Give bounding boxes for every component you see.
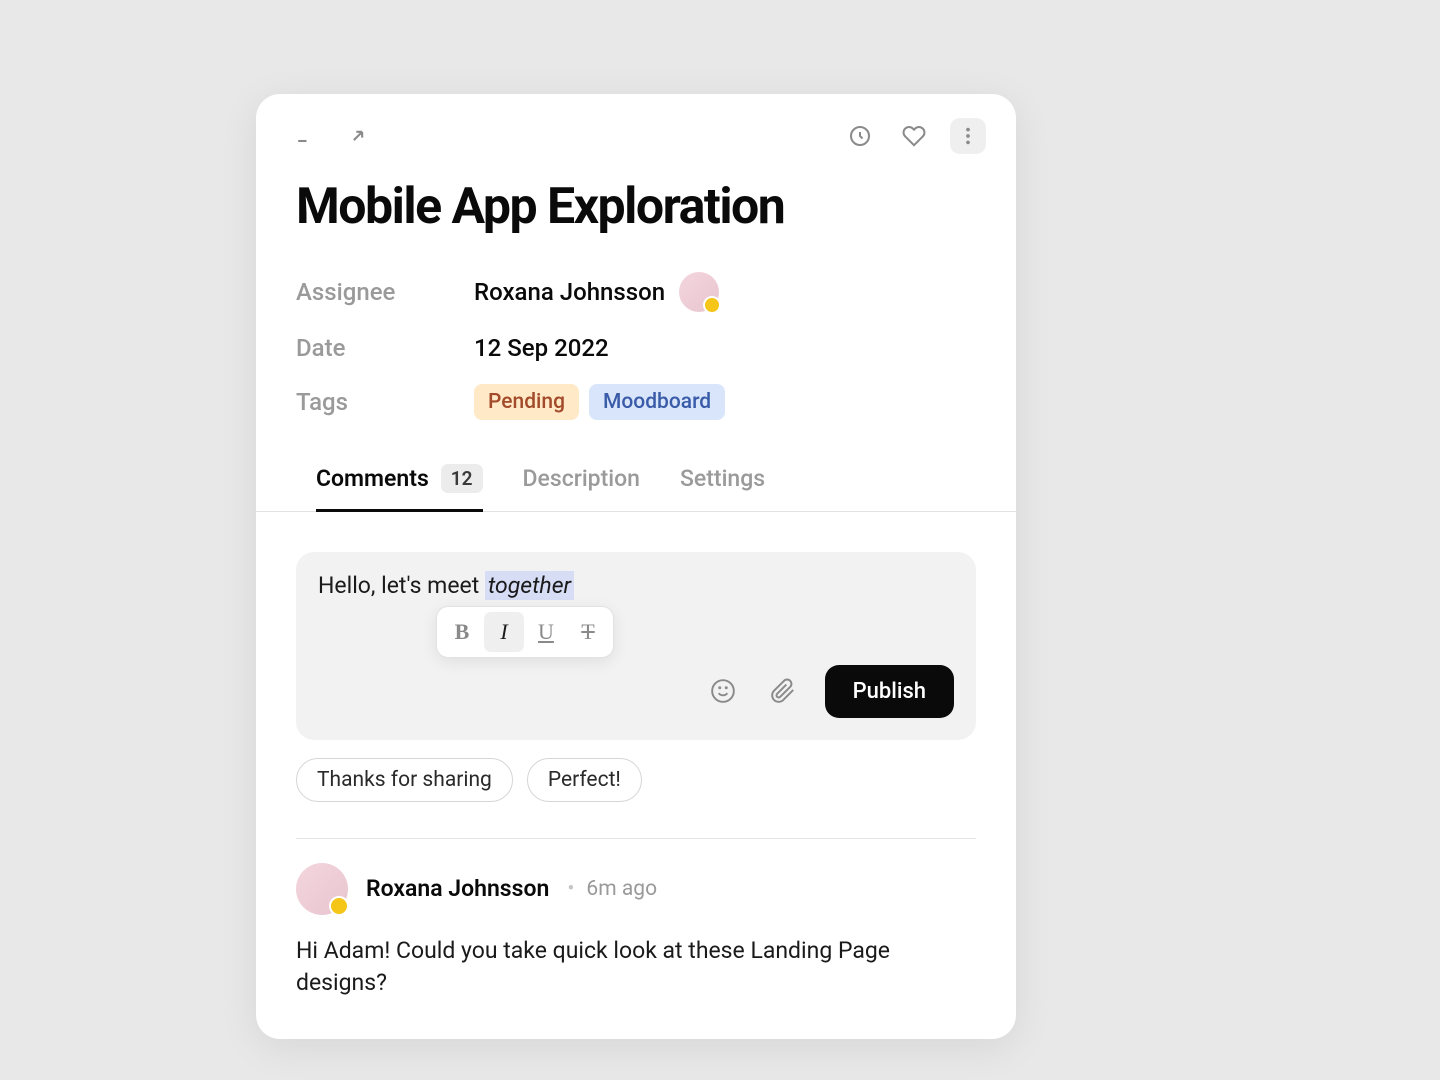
expand-icon[interactable]: [340, 118, 376, 154]
assignee-value[interactable]: Roxana Johnsson: [474, 272, 719, 312]
strikethrough-button[interactable]: T: [568, 612, 608, 652]
tags-label: Tags: [296, 388, 474, 416]
separator-dot: •: [567, 877, 574, 901]
date-value[interactable]: 12 Sep 2022: [474, 334, 609, 362]
comments-count-badge: 12: [441, 464, 483, 493]
page-title: Mobile App Exploration: [256, 154, 1016, 236]
comment-composer[interactable]: Hello, let's meet together B I U T Publi…: [296, 552, 976, 740]
tag-pending[interactable]: Pending: [474, 384, 579, 420]
avatar[interactable]: [679, 272, 719, 312]
format-toolbar: B I U T: [436, 606, 614, 658]
task-card: Mobile App Exploration Assignee Roxana J…: [256, 94, 1016, 1039]
assignee-row: Assignee Roxana Johnsson: [296, 272, 976, 312]
composer-text[interactable]: Hello, let's meet together: [318, 572, 954, 599]
comment-time-text: 6m ago: [586, 877, 657, 901]
more-icon[interactable]: [950, 118, 986, 154]
comment-body: Hi Adam! Could you take quick look at th…: [296, 935, 976, 999]
emoji-icon[interactable]: [705, 673, 741, 709]
comment-item: Roxana Johnsson • 6m ago Hi Adam! Could …: [256, 839, 1016, 999]
tags-list: Pending Moodboard: [474, 384, 725, 420]
publish-button[interactable]: Publish: [825, 665, 954, 718]
bold-button[interactable]: B: [442, 612, 482, 652]
attachment-icon[interactable]: [765, 673, 801, 709]
tab-description[interactable]: Description: [523, 464, 640, 512]
composer-text-selected: together: [485, 571, 574, 600]
avatar[interactable]: [296, 863, 348, 915]
comment-time: • 6m ago: [567, 877, 657, 901]
tab-settings-label: Settings: [680, 465, 765, 492]
italic-button[interactable]: I: [484, 612, 524, 652]
date-label: Date: [296, 334, 474, 362]
tab-comments[interactable]: Comments 12: [316, 464, 483, 512]
composer-text-prefix: Hello, let's meet: [318, 572, 485, 599]
suggestions: Thanks for sharing Perfect!: [256, 740, 1016, 802]
assignee-name: Roxana Johnsson: [474, 278, 665, 306]
tab-settings[interactable]: Settings: [680, 464, 765, 512]
date-row: Date 12 Sep 2022: [296, 334, 976, 362]
minimize-icon[interactable]: [286, 118, 322, 154]
header-bar: [256, 94, 1016, 154]
suggestion-chip[interactable]: Perfect!: [527, 758, 642, 802]
suggestion-chip[interactable]: Thanks for sharing: [296, 758, 513, 802]
tags-row: Tags Pending Moodboard: [296, 384, 976, 420]
underline-button[interactable]: U: [526, 612, 566, 652]
tag-moodboard[interactable]: Moodboard: [589, 384, 725, 420]
comment-author: Roxana Johnsson: [366, 875, 549, 902]
comment-header: Roxana Johnsson • 6m ago: [296, 863, 976, 915]
heart-icon[interactable]: [896, 118, 932, 154]
tab-description-label: Description: [523, 465, 640, 492]
tab-comments-label: Comments: [316, 465, 429, 492]
assignee-label: Assignee: [296, 278, 474, 306]
clock-icon[interactable]: [842, 118, 878, 154]
tabs: Comments 12 Description Settings: [256, 442, 1016, 512]
meta-section: Assignee Roxana Johnsson Date 12 Sep 202…: [256, 236, 1016, 420]
